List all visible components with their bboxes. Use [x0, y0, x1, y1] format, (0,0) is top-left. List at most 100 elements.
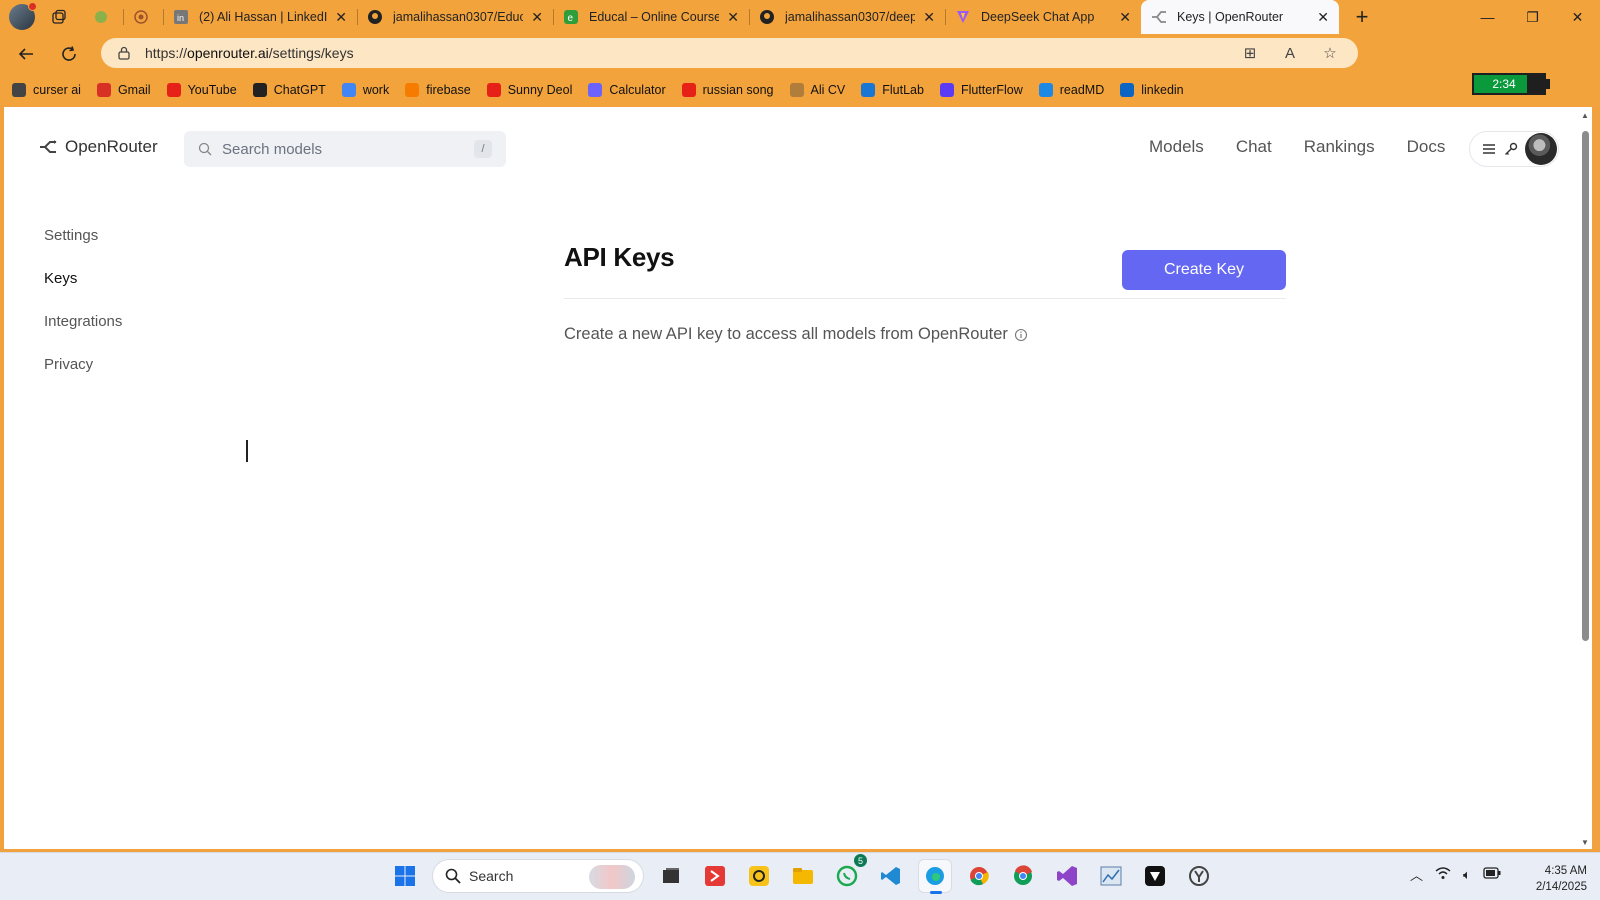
bookmark-item[interactable]: ChatGPT: [252, 83, 326, 97]
bookmark-item[interactable]: work: [341, 83, 390, 97]
vscode-icon[interactable]: [874, 859, 908, 893]
bookmark-item[interactable]: Calculator: [588, 83, 666, 97]
nav-models[interactable]: Models: [1149, 137, 1204, 157]
sidebar-item-privacy[interactable]: Privacy: [44, 356, 122, 375]
create-key-button[interactable]: Create Key: [1122, 250, 1286, 290]
windows-start-icon[interactable]: [388, 859, 422, 893]
edge-browser-icon[interactable]: [918, 859, 952, 894]
bookmark-label: Sunny Deol: [507, 83, 573, 97]
tab-deepseek-chat[interactable]: DeepSeek Chat App ✕: [945, 0, 1141, 34]
profile-avatar[interactable]: [9, 2, 37, 30]
tab-linkedin[interactable]: in (2) Ali Hassan | LinkedIn ✕: [163, 0, 357, 34]
bookmark-item[interactable]: Gmail: [96, 83, 151, 97]
close-icon[interactable]: ✕: [923, 9, 935, 26]
close-icon[interactable]: ✕: [531, 9, 543, 26]
tab-pinned-1[interactable]: [83, 0, 123, 34]
sidebar-item-settings[interactable]: Settings: [44, 227, 122, 246]
bookmark-item[interactable]: YouTube: [166, 83, 237, 97]
bookmark-item[interactable]: firebase: [405, 83, 471, 97]
restore-icon[interactable]: ❐: [1510, 0, 1555, 34]
app-yellow-chat-icon[interactable]: [742, 859, 776, 893]
bookmarks-bar: curser ai Gmail YouTube ChatGPT work firebase…: [0, 74, 1600, 106]
nav-rankings[interactable]: Rankings: [1304, 137, 1375, 157]
bookmark-item[interactable]: Sunny Deol: [486, 83, 573, 97]
tab-educal[interactable]: e Educal – Online Course an ✕: [553, 0, 749, 34]
visual-studio-icon[interactable]: [1050, 859, 1084, 893]
bookmark-item[interactable]: readMD: [1038, 83, 1105, 97]
chrome-profile-icon[interactable]: [1006, 859, 1040, 893]
user-avatar[interactable]: [1525, 133, 1557, 165]
tab-openrouter-keys[interactable]: Keys | OpenRouter ✕: [1141, 0, 1339, 34]
sidebar-item-keys[interactable]: Keys: [44, 270, 122, 289]
sidebar-item-integrations[interactable]: Integrations: [44, 313, 122, 332]
page-scrollbar[interactable]: ▲ ▼: [1578, 107, 1592, 849]
flutterflow-icon: [939, 83, 954, 97]
gmail-icon: [96, 83, 111, 97]
new-tab-button[interactable]: +: [1345, 4, 1379, 30]
show-hidden-icons-chevron-icon[interactable]: ︿: [1410, 865, 1423, 884]
wifi-icon[interactable]: [1435, 866, 1451, 883]
flutlab-icon: [861, 83, 876, 97]
tab-github-educal[interactable]: jamalihassan0307/Educal- ✕: [357, 0, 553, 34]
nav-docs[interactable]: Docs: [1407, 137, 1446, 157]
task-view-icon[interactable]: [654, 859, 688, 893]
back-arrow-icon[interactable]: [10, 38, 42, 70]
bookmark-item[interactable]: curser ai: [12, 83, 81, 97]
info-icon[interactable]: [1014, 328, 1028, 342]
svg-text:e: e: [568, 13, 574, 24]
clock-date: 2/14/2025: [1535, 881, 1587, 893]
scrollbar-thumb[interactable]: [1582, 131, 1589, 641]
bookmark-label: work: [362, 83, 390, 97]
reload-icon[interactable]: [53, 38, 85, 70]
read-aloud-icon[interactable]: A: [1280, 43, 1300, 63]
search-highlight-image: [589, 865, 635, 889]
scroll-up-arrow-icon[interactable]: ▲: [1581, 111, 1589, 120]
bookmark-item[interactable]: linkedin: [1120, 83, 1184, 97]
lock-icon[interactable]: [117, 46, 131, 60]
tab-title: DeepSeek Chat App: [981, 10, 1095, 24]
yandex-icon[interactable]: [1182, 859, 1216, 893]
browser-tab-bar: in (2) Ali Hassan | LinkedIn ✕ jamalihas…: [0, 0, 1600, 34]
bookmark-item[interactable]: FlutLab: [861, 83, 924, 97]
file-explorer-icon[interactable]: [786, 859, 820, 893]
tab-github-deepseek[interactable]: jamalihassan0307/deepse ✕: [749, 0, 945, 34]
bookmark-item[interactable]: FlutterFlow: [939, 83, 1023, 97]
tab-title: jamalihassan0307/Educal-: [393, 10, 524, 24]
chart-app-icon[interactable]: [1094, 859, 1128, 893]
tab-pinned-2[interactable]: [123, 0, 163, 34]
close-icon[interactable]: ✕: [1119, 9, 1131, 26]
search-input[interactable]: [222, 140, 462, 158]
search-icon: [445, 868, 461, 884]
close-icon[interactable]: ✕: [1317, 9, 1329, 26]
volume-icon[interactable]: 🔈︎: [1463, 867, 1471, 883]
bookmark-label: linkedin: [1141, 83, 1184, 97]
close-icon[interactable]: ✕: [727, 9, 739, 26]
bookmark-item[interactable]: Ali CV: [789, 83, 845, 97]
account-menu[interactable]: [1469, 131, 1559, 167]
scroll-down-arrow-icon[interactable]: ▼: [1581, 838, 1589, 847]
favorite-star-icon[interactable]: ☆: [1320, 43, 1340, 63]
bookmark-label: Calculator: [609, 83, 666, 97]
top-nav: Models Chat Rankings Docs: [1149, 137, 1445, 157]
app-red-icon[interactable]: [698, 859, 732, 893]
cursor-app-icon[interactable]: [1138, 859, 1172, 893]
api-keys-description: Create a new API key to access all model…: [564, 325, 1028, 344]
nav-chat[interactable]: Chat: [1236, 137, 1272, 157]
system-clock[interactable]: 4:35 AM 2/14/2025: [1525, 863, 1587, 895]
chrome-icon[interactable]: [962, 859, 996, 893]
search-models[interactable]: /: [184, 131, 506, 167]
close-window-icon[interactable]: ✕: [1555, 0, 1600, 34]
url-text[interactable]: https://openrouter.ai/settings/keys: [145, 45, 354, 61]
close-icon[interactable]: ✕: [335, 9, 347, 26]
app-available-icon[interactable]: ⊞: [1240, 43, 1260, 63]
battery-icon[interactable]: [1483, 867, 1501, 882]
bookmark-label: readMD: [1059, 83, 1105, 97]
address-bar[interactable]: https://openrouter.ai/settings/keys ⊞ A …: [101, 38, 1358, 68]
workspaces-icon[interactable]: [49, 7, 69, 27]
minimize-icon[interactable]: —: [1465, 0, 1510, 34]
taskbar-search[interactable]: Search: [432, 859, 644, 893]
page-viewport: OpenRouter / Models Chat Rankings Docs S…: [4, 107, 1592, 849]
whatsapp-icon[interactable]: 5: [830, 853, 868, 893]
bookmark-item[interactable]: russian song: [681, 83, 774, 97]
brand-logo[interactable]: OpenRouter: [39, 137, 158, 157]
